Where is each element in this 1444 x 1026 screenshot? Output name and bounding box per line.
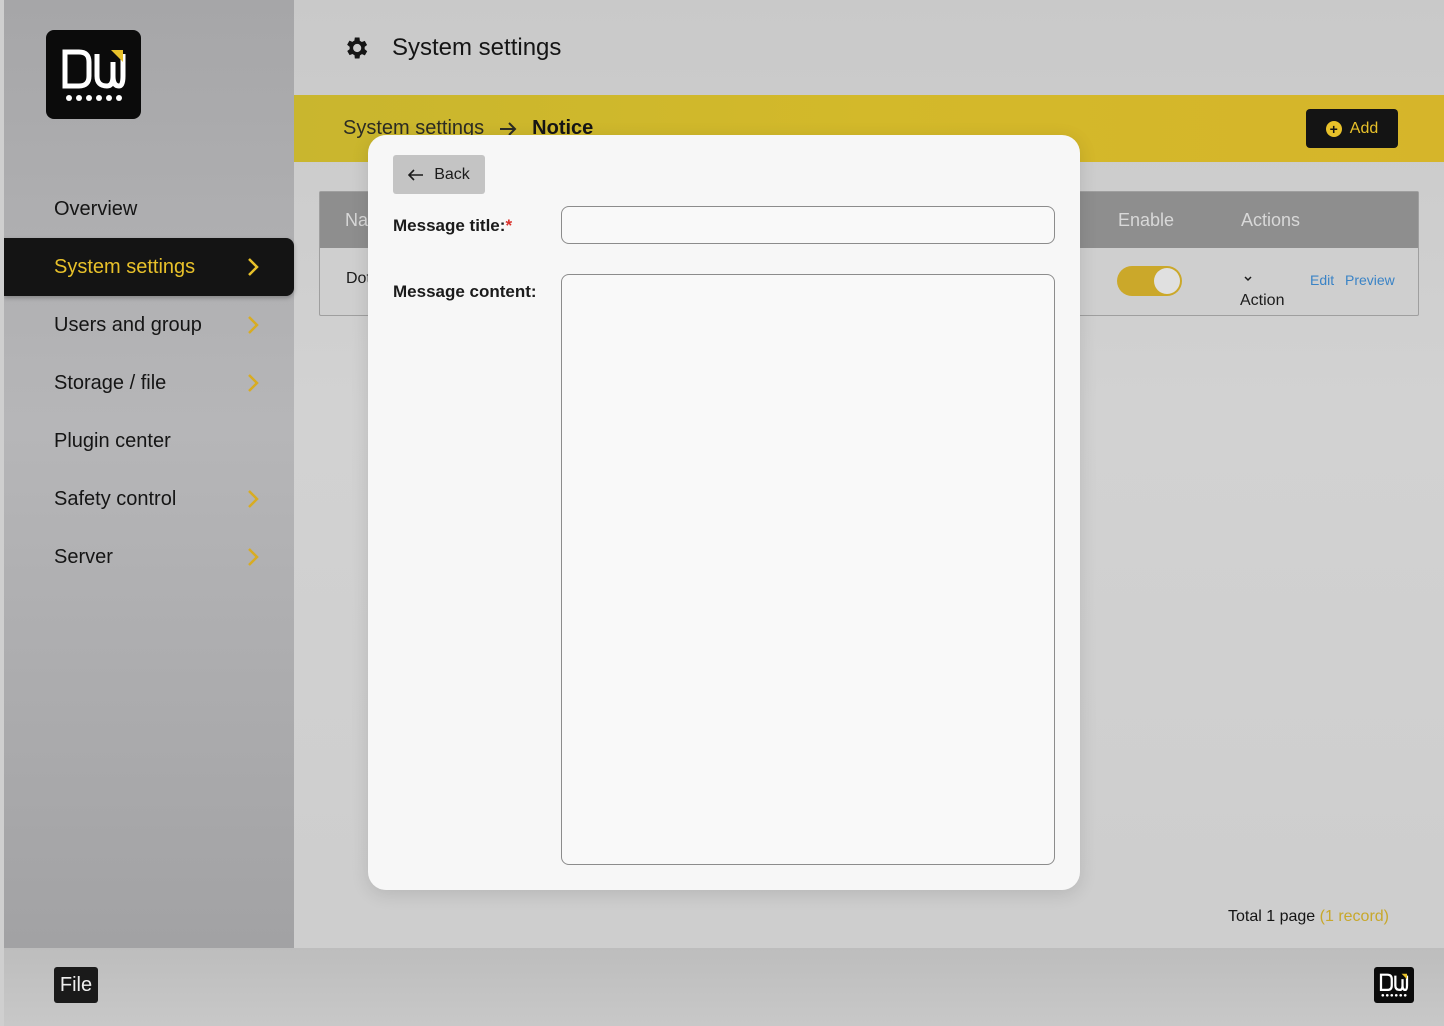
file-button-label: File: [59, 973, 93, 996]
sidebar-nav: Overview System settings Users and group…: [4, 180, 294, 586]
required-mark: *: [505, 216, 513, 235]
chevron-right-icon: [248, 316, 259, 334]
chevron-right-icon: [248, 490, 259, 508]
message-title-input[interactable]: [561, 206, 1055, 244]
sidebar-item-label: Overview: [54, 197, 138, 220]
chevron-right-icon: [248, 374, 259, 392]
notice-edit-modal: Back Message title:* Message content:: [368, 135, 1080, 890]
page-header: System settings: [294, 0, 1444, 95]
message-content-textarea[interactable]: [561, 274, 1055, 865]
preview-link[interactable]: Preview: [1345, 272, 1395, 288]
file-button[interactable]: File: [54, 967, 98, 1003]
gear-icon: [347, 37, 368, 58]
sidebar-item-storage-file[interactable]: Storage / file: [4, 354, 294, 412]
sidebar-item-plugin-center[interactable]: Plugin center: [4, 412, 294, 470]
message-title-label-text: Message title:: [393, 216, 506, 235]
column-header-actions: Actions: [1241, 210, 1301, 230]
sidebar-item-users-and-group[interactable]: Users and group: [4, 296, 294, 354]
arrow-left-icon: [408, 168, 424, 181]
sidebar-item-system-settings[interactable]: System settings: [4, 238, 294, 296]
chevron-right-icon: [248, 548, 259, 566]
back-button-label: Back: [434, 165, 470, 183]
back-button[interactable]: Back: [393, 155, 485, 194]
page-title: System settings: [392, 33, 562, 61]
sidebar: Overview System settings Users and group…: [4, 0, 294, 948]
sidebar-item-label: System settings: [54, 255, 196, 278]
column-header-enable: Enable: [1118, 210, 1175, 230]
chevron-down-icon: [1244, 276, 1252, 281]
message-content-label: Message content:: [393, 282, 537, 301]
column-header-name: Na: [345, 210, 369, 230]
pagination-summary: Total 1 page (1 record): [1228, 908, 1389, 926]
message-title-label: Message title:*: [393, 216, 512, 236]
plus-circle-icon: +: [1325, 120, 1342, 137]
add-button[interactable]: + Add: [1306, 109, 1398, 148]
action-dropdown[interactable]: Action: [1240, 270, 1284, 309]
action-dropdown-label: Action: [1240, 292, 1285, 309]
bottom-bar: File: [4, 948, 1444, 1026]
sidebar-item-label: Storage / file: [54, 371, 167, 394]
sidebar-item-safety-control[interactable]: Safety control: [4, 470, 294, 528]
sidebar-item-label: Plugin center: [54, 429, 171, 452]
sidebar-item-label: Server: [54, 545, 113, 568]
sidebar-item-server[interactable]: Server: [4, 528, 294, 586]
toggle-knob: [1154, 268, 1180, 294]
record-count-text: (1 record): [1319, 908, 1389, 925]
sidebar-item-label: Safety control: [54, 487, 177, 510]
dw-logo-icon[interactable]: [46, 30, 141, 119]
sidebar-item-label: Users and group: [54, 313, 202, 336]
enable-toggle[interactable]: [1117, 266, 1182, 296]
dw-mini-logo-icon[interactable]: [1374, 967, 1414, 1003]
edit-link[interactable]: Edit: [1310, 272, 1334, 288]
chevron-right-icon: [248, 258, 259, 276]
add-button-label: Add: [1349, 119, 1379, 137]
sidebar-item-overview[interactable]: Overview: [4, 180, 294, 238]
total-pages-text: Total 1 page: [1228, 908, 1316, 925]
